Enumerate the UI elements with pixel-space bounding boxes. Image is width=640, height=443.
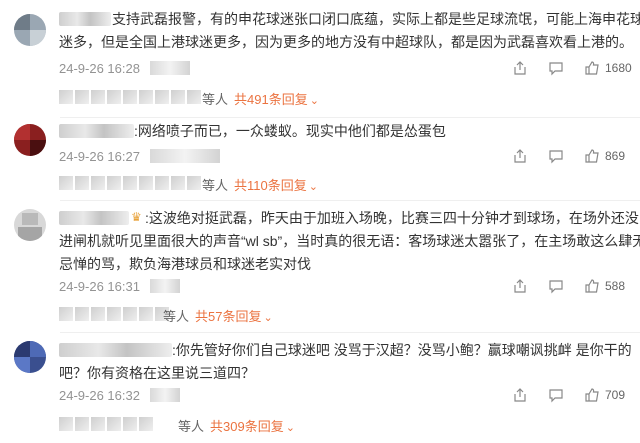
comment-item: 支持武磊报警，有的申花球迷张口闭口底蕴，实际上都是些足球流氓，可能上海申花球 迷… (0, 0, 640, 110)
like-icon[interactable] (584, 60, 600, 76)
reply-total-link[interactable]: 共110条回复 (234, 178, 307, 193)
comment-date: 24-9-26 16:32 (59, 388, 140, 403)
reply-avatars (59, 90, 203, 106)
comment-actions: 588 (512, 278, 625, 294)
reply-people: 等人 (202, 92, 229, 107)
comment-text: 吧？你有资格在这里说三道四？ (59, 365, 255, 381)
chevron-down-icon[interactable]: ⌄ (309, 181, 318, 193)
comment-date: 24-9-26 16:28 (59, 61, 140, 76)
like-icon[interactable] (584, 278, 600, 294)
share-icon[interactable] (512, 148, 528, 164)
username[interactable] (59, 211, 129, 225)
comment-item: :网络喷子而已，一众蝼蚁。现实中他们都是怂蛋包 24-9-26 16:27 86… (0, 118, 640, 198)
chevron-down-icon[interactable]: ⌄ (286, 422, 295, 434)
comment-icon[interactable] (548, 148, 564, 164)
comment-actions: 709 (512, 387, 625, 403)
reply-summary[interactable]: 等人 共309条回复 ⌄ (178, 416, 295, 435)
username[interactable] (59, 343, 172, 357)
comment-item: :你先管好你们自己球迷吧 没骂于汉超？没骂小鲍？赢球嘲讽挑衅 是你干的 吧？你有… (0, 333, 640, 443)
reply-summary[interactable]: 等人 共491条回复 ⌄ (202, 89, 319, 108)
like-count: 588 (605, 279, 626, 293)
reply-summary[interactable]: 等人 共110条回复 ⌄ (202, 175, 318, 194)
comment-actions: 869 (512, 148, 625, 164)
like-count: 709 (605, 388, 626, 402)
crown-icon: ♛ (131, 210, 142, 224)
like-count: 1680 (605, 61, 632, 75)
like-count: 869 (605, 149, 626, 163)
chevron-down-icon[interactable]: ⌄ (310, 95, 319, 107)
comment-item: ♛ :这波绝对挺武磊，昨天由于加班入场晚，比赛三四十分钟才到球场，在场外还没 进… (0, 201, 640, 327)
reply-people: 等人 (163, 309, 190, 324)
comment-text: 支持武磊报警，有的申花球迷张口闭口底蕴，实际上都是些足球流氓，可能上海申花球 (112, 11, 640, 27)
location-mask (150, 149, 220, 163)
reply-avatars (59, 176, 203, 192)
comment-text: :你先管好你们自己球迷吧 没骂于汉超？没骂小鲍？赢球嘲讽挑衅 是你干的 (172, 342, 632, 358)
share-icon[interactable] (512, 387, 528, 403)
comment-date: 24-9-26 16:27 (59, 149, 140, 164)
reply-total-link[interactable]: 共491条回复 (234, 92, 308, 107)
share-icon[interactable] (512, 60, 528, 76)
like-icon[interactable] (584, 148, 600, 164)
avatar[interactable] (14, 209, 46, 241)
reply-total-link[interactable]: 共57条回复 (195, 309, 261, 324)
comment-icon[interactable] (548, 387, 564, 403)
avatar[interactable] (14, 14, 46, 46)
comment-text: 忌惮的骂，欺负海港球员和球迷老实对伐 (59, 256, 311, 272)
comment-icon[interactable] (548, 60, 564, 76)
comment-text: 迷多，但是全国上港球迷更多，因为更多的地方没有中超球队，都是因为武磊喜欢看上港的… (59, 34, 633, 50)
location-mask (150, 279, 180, 293)
reply-people: 等人 (202, 178, 229, 193)
chevron-down-icon[interactable]: ⌄ (263, 312, 272, 324)
share-icon[interactable] (512, 278, 528, 294)
comment-actions: 1680 (512, 60, 632, 76)
comment-date: 24-9-26 16:31 (59, 279, 140, 294)
location-mask (150, 61, 190, 75)
avatar[interactable] (14, 124, 46, 156)
comment-text: :这波绝对挺武磊，昨天由于加班入场晚，比赛三四十分钟才到球场，在场外还没 (145, 210, 639, 226)
reply-total-link[interactable]: 共309条回复 (210, 419, 284, 434)
avatar[interactable] (14, 341, 46, 373)
reply-summary[interactable]: 等人 共57条回复 ⌄ (163, 306, 273, 325)
comment-text: 进闸机就听见里面很大的声音“wl sb”，当时真的很无语：客场球迷太嚣张了，在主… (59, 233, 640, 249)
reply-avatars (59, 307, 171, 323)
username[interactable] (59, 124, 134, 138)
reply-people: 等人 (178, 419, 205, 434)
comment-icon[interactable] (548, 278, 564, 294)
like-icon[interactable] (584, 387, 600, 403)
comment-text: :网络喷子而已，一众蝼蚁。现实中他们都是怂蛋包 (134, 123, 446, 139)
location-mask (150, 388, 180, 402)
username[interactable] (59, 12, 111, 26)
reply-avatars (59, 417, 155, 433)
